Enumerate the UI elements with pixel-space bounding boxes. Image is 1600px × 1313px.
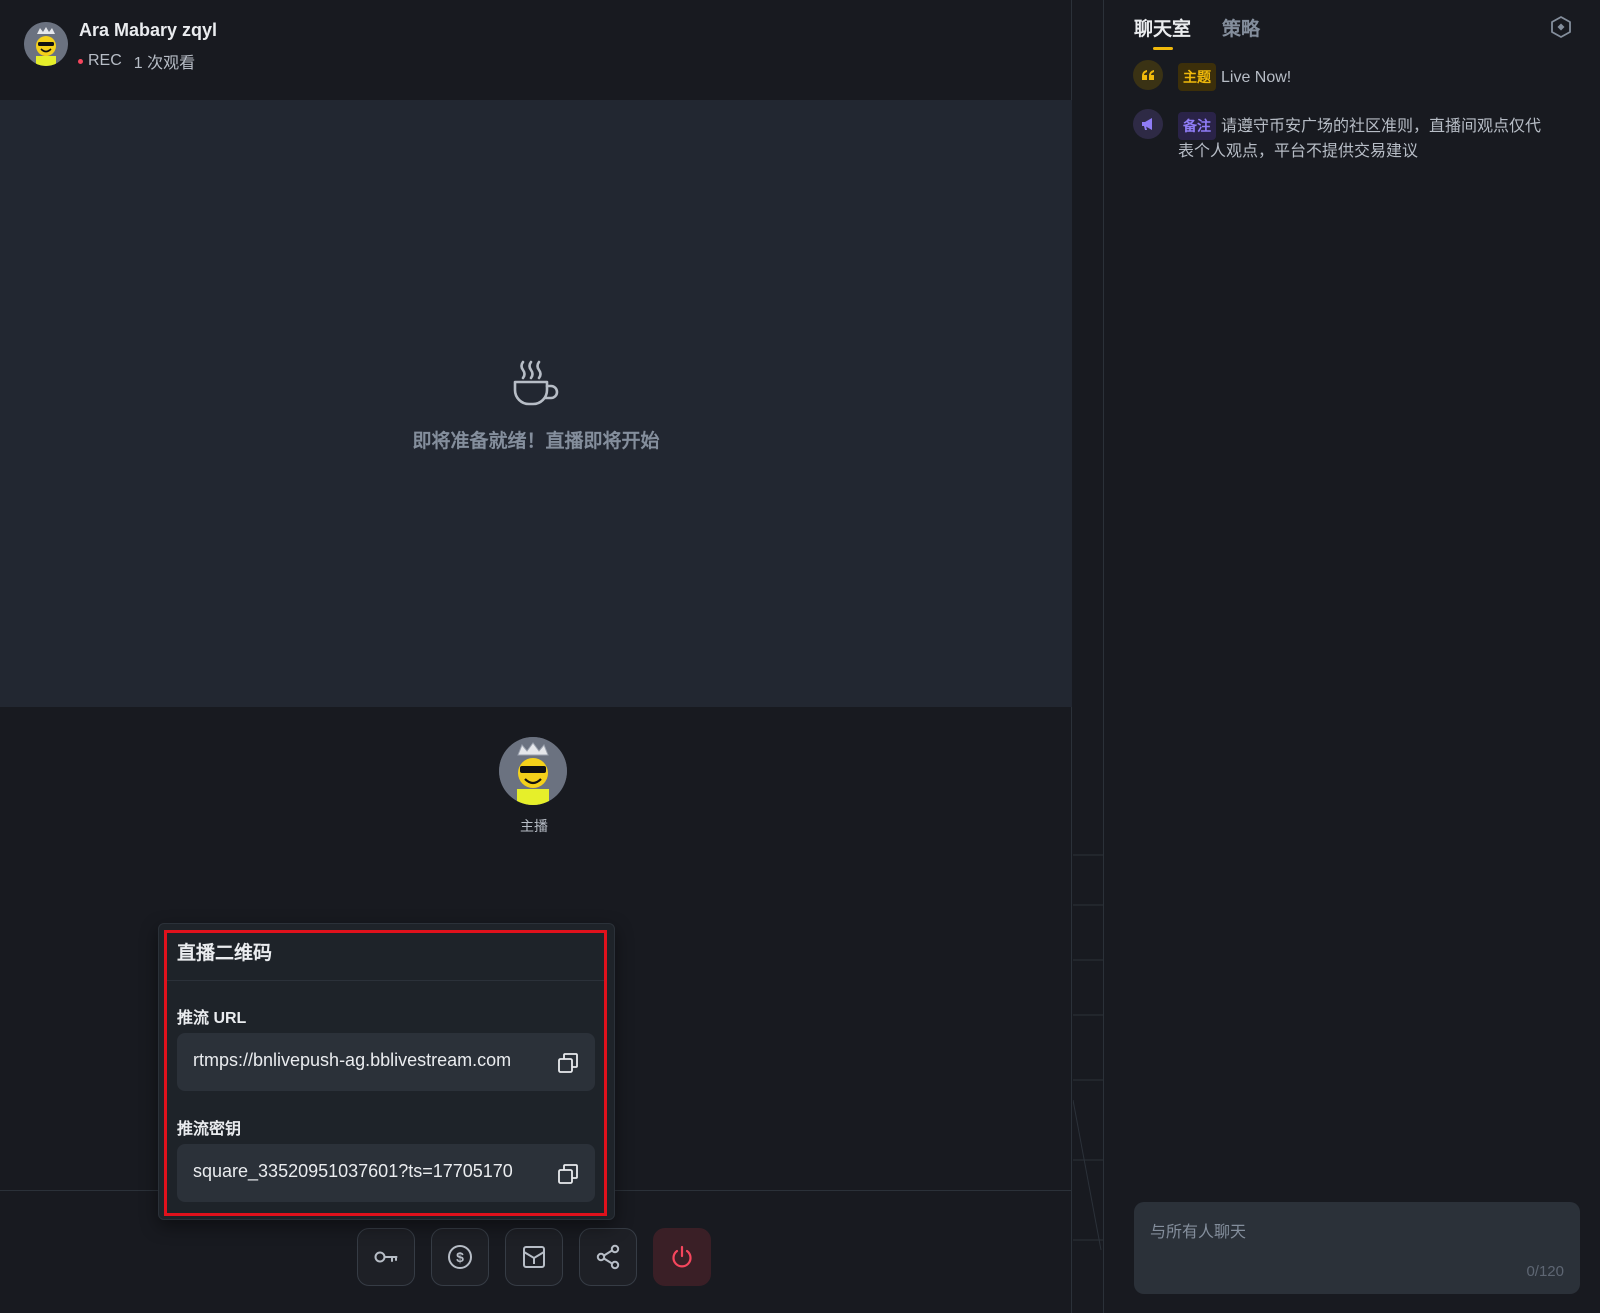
quote-icon <box>1133 60 1163 90</box>
chat-panel <box>1103 0 1600 1313</box>
streamer-avatar[interactable] <box>24 22 68 66</box>
notice-message: 备注 请遵守币安广场的社区准则，直播间观点仅代 表个人观点，平台不提供交易建议 <box>1178 112 1588 164</box>
push-url-value[interactable]: rtmps://bnlivepush-ag.bblivestream.com <box>193 1050 545 1071</box>
save-box-icon <box>523 1246 545 1268</box>
save-button[interactable] <box>505 1228 563 1286</box>
push-url-label: 推流 URL <box>177 1010 247 1027</box>
share-icon <box>596 1244 620 1270</box>
active-tab-indicator <box>1153 47 1173 50</box>
push-url-field[interactable]: rtmps://bnlivepush-ag.bblivestream.com <box>177 1033 595 1091</box>
rec-status: REC 1 次观看 <box>78 49 195 73</box>
chat-input[interactable]: 与所有人聊天 0/120 <box>1134 1202 1580 1294</box>
coffee-cup-icon <box>513 360 559 406</box>
viewer-count: 1 次观看 <box>133 55 196 72</box>
rec-label: REC <box>88 52 122 69</box>
stream-key-button[interactable] <box>357 1228 415 1286</box>
notice-badge: 备注 <box>1178 112 1216 140</box>
popover-separator <box>164 980 607 981</box>
topic-text: Live Now! <box>1221 69 1292 86</box>
stream-panel: Ara Mabary zqyl REC 1 次观看 即将准备就绪！直播即将开始 <box>0 0 1103 1313</box>
ready-message: 即将准备就绪！直播即将开始 <box>412 431 660 452</box>
svg-text:$: $ <box>456 1249 464 1265</box>
key-icon <box>374 1251 398 1263</box>
host-label: 主播 <box>520 818 548 834</box>
streamer-name: Ara Mabary zqyl <box>79 20 218 40</box>
dollar-icon: $ <box>448 1245 472 1269</box>
push-key-field[interactable]: square_33520951037601?ts=17705170 <box>177 1144 595 1202</box>
popover-title: 直播二维码 <box>177 943 273 964</box>
power-icon <box>672 1245 692 1268</box>
copy-key-icon[interactable] <box>557 1163 579 1185</box>
notice-text-line1: 请遵守币安广场的社区准则，直播间观点仅代 <box>1221 118 1542 135</box>
chat-char-count: 0/120 <box>1526 1263 1564 1280</box>
settings-icon[interactable] <box>1549 15 1573 39</box>
topic-badge: 主题 <box>1178 63 1216 91</box>
tab-chatroom[interactable]: 聊天室 <box>1134 14 1191 41</box>
tab-strategy[interactable]: 策略 <box>1222 14 1260 41</box>
copy-url-icon[interactable] <box>557 1052 579 1074</box>
stream-header: Ara Mabary zqyl REC 1 次观看 <box>0 0 1072 100</box>
background-grid-lines <box>1073 854 1103 1250</box>
live-stream-app: Ara Mabary zqyl REC 1 次观看 即将准备就绪！直播即将开始 <box>0 0 1600 1313</box>
megaphone-icon <box>1133 109 1163 139</box>
chat-input-placeholder: 与所有人聊天 <box>1150 1224 1247 1241</box>
rec-dot-icon <box>78 58 83 64</box>
host-avatar <box>499 737 567 805</box>
push-key-value[interactable]: square_33520951037601?ts=17705170 <box>193 1161 545 1182</box>
end-stream-button[interactable] <box>653 1228 711 1286</box>
push-key-label: 推流密钥 <box>177 1121 242 1138</box>
tip-button[interactable]: $ <box>431 1228 489 1286</box>
notice-text-line2: 表个人观点，平台不提供交易建议 <box>1178 143 1419 160</box>
share-button[interactable] <box>579 1228 637 1286</box>
topic-message: 主题 Live Now! <box>1178 63 1291 91</box>
